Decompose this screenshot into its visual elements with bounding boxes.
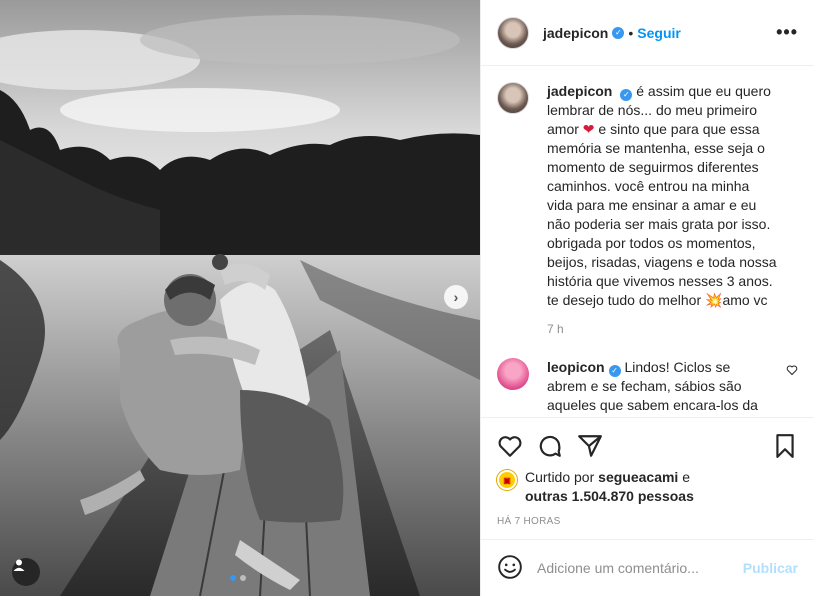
comment-icon[interactable] <box>537 433 563 459</box>
post-header: jadepicon ✓ • Seguir ••• <box>481 0 814 66</box>
commenter-username[interactable]: leopicon <box>547 359 605 375</box>
author-info: jadepicon ✓ • Seguir <box>543 25 681 41</box>
follow-button[interactable]: Seguir <box>637 25 681 41</box>
comment-item: leopicon ✓ Lindos! Ciclos se abrem e se f… <box>497 358 798 417</box>
caption-time[interactable]: 7 h <box>547 322 777 336</box>
caption-body-3: amo vc <box>722 292 768 308</box>
caption: jadepicon ✓ é assim que eu quero lembrar … <box>497 82 798 336</box>
liked-by-text: Curtido por segueacami e outras 1.504.87… <box>525 468 694 506</box>
caption-body-2: e sinto que para que essa memória se man… <box>547 121 777 308</box>
comment-text: leopicon ✓ Lindos! Ciclos se abrem e se f… <box>547 358 767 417</box>
share-icon[interactable] <box>577 433 603 459</box>
emoji-icon[interactable] <box>497 554 523 583</box>
comments-area[interactable]: jadepicon ✓ é assim que eu quero lembrar … <box>481 66 814 417</box>
caption-username[interactable]: jadepicon <box>547 83 612 99</box>
save-bookmark-icon[interactable] <box>772 433 798 459</box>
user-icon <box>13 559 25 571</box>
header-separator: • <box>628 24 634 41</box>
post-side-panel: jadepicon ✓ • Seguir ••• jadepicon ✓ é as… <box>480 0 814 596</box>
liked-prefix: Curtido por <box>525 469 595 485</box>
likes-count-link[interactable]: outras 1.504.870 pessoas <box>525 488 694 504</box>
carousel-dot-active <box>230 575 236 581</box>
post-photo[interactable]: › <box>0 0 480 596</box>
post-actions: ▣ Curtido por segueacami e outras 1.504.… <box>481 417 814 539</box>
posted-timestamp[interactable]: HÁ 7 HORAS <box>497 516 798 539</box>
chevron-right-icon: › <box>453 289 459 305</box>
publish-button[interactable]: Publicar <box>743 560 798 576</box>
liker-avatar[interactable]: ▣ <box>497 470 517 490</box>
like-icon[interactable] <box>497 433 523 459</box>
comment-input[interactable] <box>537 560 743 576</box>
liked-by: ▣ Curtido por segueacami e outras 1.504.… <box>497 468 798 506</box>
liker-username[interactable]: segueacami <box>598 469 678 485</box>
tagged-users-button[interactable] <box>12 558 40 586</box>
caption-text: jadepicon ✓ é assim que eu quero lembrar … <box>547 82 777 310</box>
heart-emoji: ❤ <box>582 121 595 137</box>
commenter-avatar[interactable] <box>497 358 529 390</box>
carousel-dot <box>240 575 246 581</box>
author-username[interactable]: jadepicon <box>543 25 608 41</box>
carousel-indicator <box>230 575 246 581</box>
verified-badge-icon: ✓ <box>620 88 633 101</box>
more-options-icon[interactable]: ••• <box>776 22 798 43</box>
liked-connector: e <box>682 469 691 485</box>
add-comment-bar: Publicar <box>481 539 814 596</box>
carousel-next-button[interactable]: › <box>444 285 468 309</box>
photo-scene <box>0 0 480 596</box>
verified-badge-icon: ✓ <box>612 26 625 39</box>
caption-avatar[interactable] <box>497 82 529 114</box>
verified-badge-icon: ✓ <box>608 364 621 377</box>
action-icon-row <box>497 426 798 466</box>
author-avatar[interactable] <box>497 16 529 49</box>
instagram-post: › jadepicon ✓ • Seguir ••• jadepicon ✓ é… <box>0 0 814 596</box>
sparkle-emoji: 💥 <box>705 292 723 308</box>
comment-like-icon[interactable] <box>786 364 798 379</box>
